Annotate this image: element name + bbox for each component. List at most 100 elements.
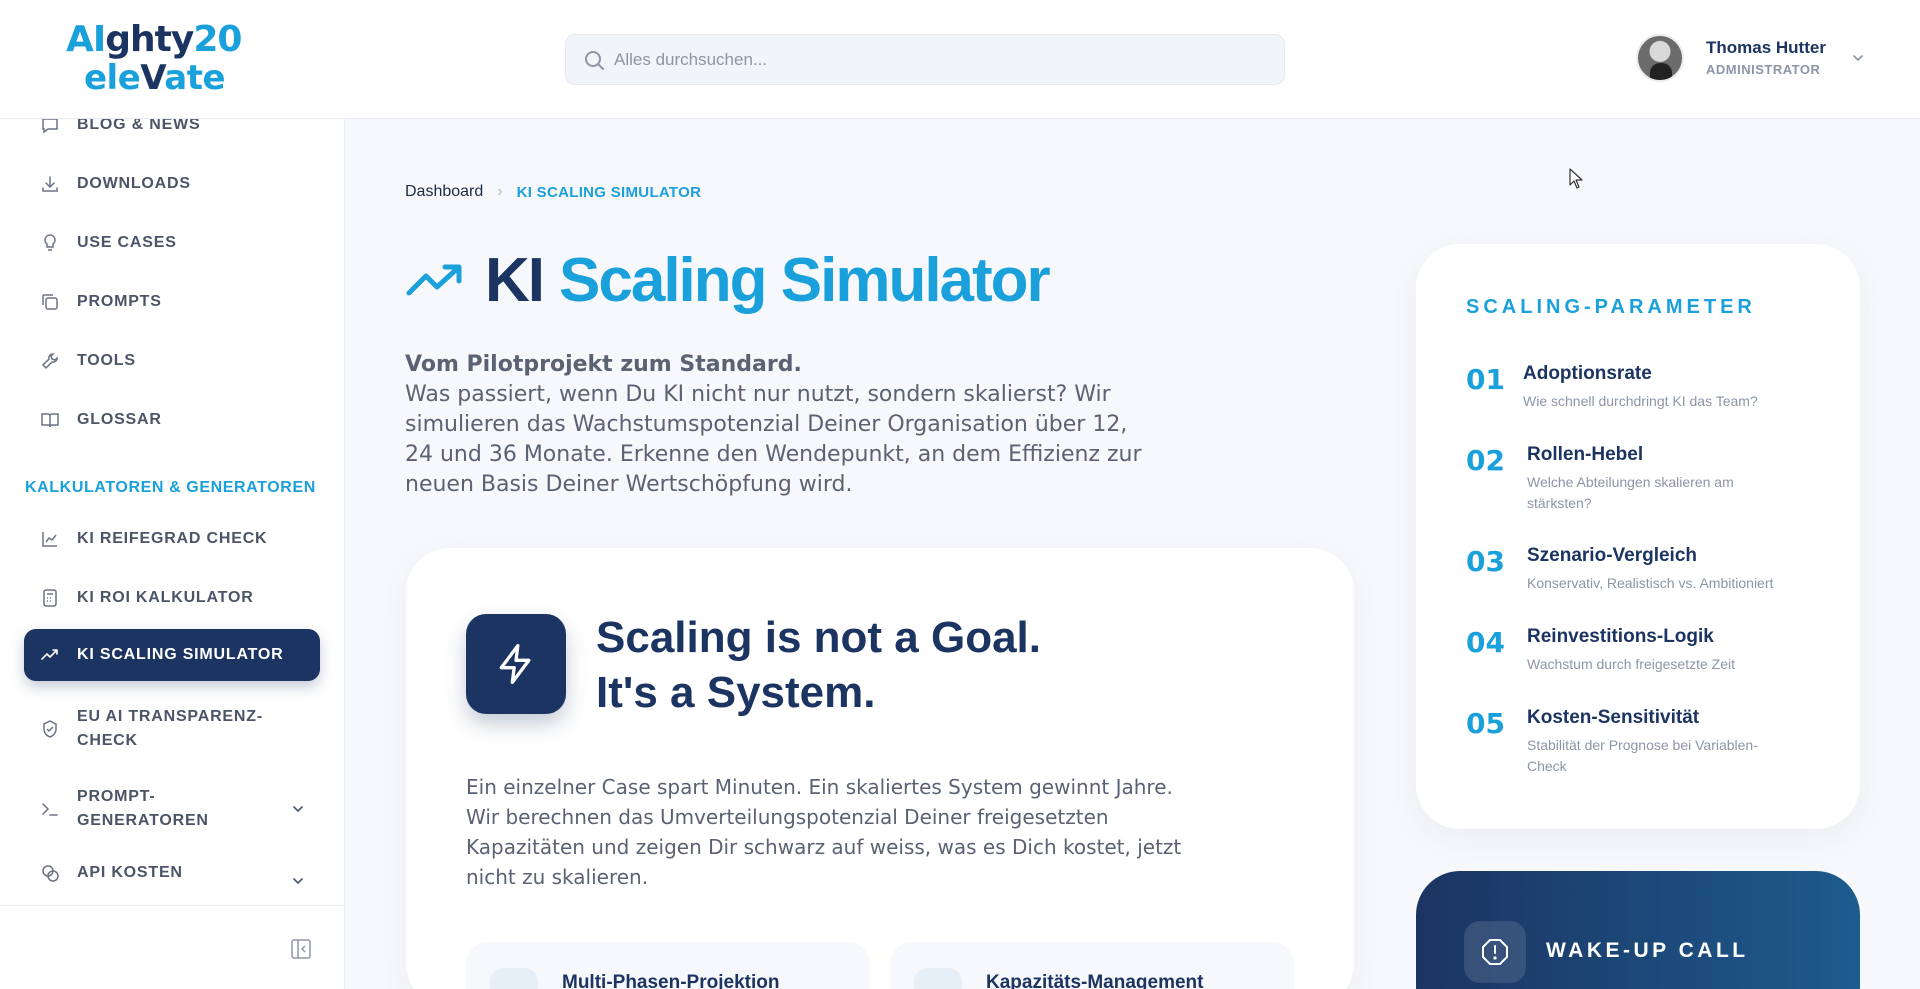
chevron-down-icon[interactable] [290,873,306,889]
param-number: 05 [1466,707,1505,740]
param-number: 02 [1466,444,1505,477]
logo[interactable]: AIghty20 eleVate [66,19,246,98]
sidebar-item-api-kosten[interactable]: API KOSTEN [24,847,320,899]
param-desc: Stabilität der Prognose bei Variablen-Ch… [1527,737,1758,774]
label-line: CHECK [77,732,138,749]
param-title: Reinvestitions-Logik [1527,626,1714,647]
sidebar-collapse-icon[interactable] [290,938,312,960]
sidebar-item-label: PROMPT- GENERATOREN [77,785,209,833]
feature-kapazitaet: Kapazitäts-Management [890,942,1294,989]
sidebar-item-label: GLOSSAR [77,411,162,428]
sidebar: BLOG & NEWS DOWNLOADS USE CASES PROMPTS … [0,119,345,989]
user-menu[interactable]: Thomas Hutter ADMINISTRATOR [1636,34,1906,86]
feature-label: Multi-Phasen-Projektion [562,972,780,989]
breadcrumb-home[interactable]: Dashboard [405,183,483,201]
sidebar-item-ki-scaling-simulator[interactable]: KI SCALING SIMULATOR [24,629,320,681]
shield-check-icon [43,720,57,738]
sidebar-item-tools[interactable]: TOOLS [24,335,320,387]
card-heading-line1: Scaling is not a Goal. [596,613,1041,662]
breadcrumb: Dashboard › KI SCALING SIMULATOR [405,183,701,201]
sidebar-item-label: EU AI TRANSPARENZ- CHECK [77,705,263,753]
logo-part: ate [164,58,226,98]
sidebar-item-eu-ai-transparenz[interactable]: EU AI TRANSPARENZ- CHECK [24,699,320,759]
param-number: 04 [1466,626,1505,659]
page-title: KI Scaling Simulator [405,245,1051,316]
search-bar [565,34,1285,85]
sidebar-item-label: PROMPTS [77,293,162,310]
sidebar-item-prompts[interactable]: PROMPTS [24,276,320,328]
trend-up-icon [41,649,58,660]
logo-part: 20 [193,19,242,60]
alert-icon [1482,939,1508,965]
intro-text: Was passiert, wenn Du KI nicht nur nutzt… [405,382,1142,497]
book-icon [41,413,59,428]
param-title: Adoptionsrate [1523,363,1652,384]
logo-part: ghty [105,19,194,60]
coins-icon [42,865,59,882]
param-desc: Wie schnell durchdringt KI das Team? [1523,393,1758,409]
param-title: Kosten-Sensitivität [1527,707,1700,728]
sidebar-item-use-cases[interactable]: USE CASES [24,217,320,269]
param-number: 01 [1466,363,1505,396]
users-icon [914,968,962,989]
param-title: Szenario-Vergleich [1527,545,1698,566]
section-title-calculators: KALKULATOREN & GENERATOREN [25,479,316,496]
wake-up-label: WAKE-UP CALL [1546,939,1749,962]
sidebar-item-ki-reifegrad[interactable]: KI REIFEGRAD CHECK [24,513,320,565]
label-line: PROMPT- [77,788,156,805]
wrench-icon [41,353,58,370]
param-desc: Wachstum durch freigesetzte Zeit [1527,656,1736,672]
chevron-down-icon[interactable] [290,801,306,817]
sidebar-item-label: TOOLS [77,352,136,369]
sidebar-item-label: API KOSTEN [77,864,183,881]
breadcrumb-current: KI SCALING SIMULATOR [516,183,702,201]
sidebar-item-ki-roi[interactable]: KI ROI KALKULATOR [24,572,320,624]
scaling-info-card: Scaling is not a Goal. It's a System. Ei… [406,548,1354,989]
search-icon [585,51,604,70]
sidebar-item-blog-news[interactable]: BLOG & NEWS [24,119,320,151]
chevron-down-icon[interactable] [1850,50,1866,66]
label-line: GENERATOREN [77,812,209,829]
param-number: 03 [1466,545,1505,578]
param-title: Rollen-Hebel [1527,444,1644,465]
line-chart-icon [42,532,57,547]
search-input[interactable] [614,35,1274,84]
mouse-cursor-icon [1569,168,1583,189]
wake-up-call-card[interactable]: WAKE-UP CALL [1416,871,1860,989]
sidebar-footer [0,905,344,989]
terminal-icon [42,803,58,816]
lightning-icon [499,644,531,684]
logo-part: ele [84,58,141,98]
user-role: ADMINISTRATOR [1706,62,1821,77]
param-desc: Welche Abteilungen skalieren am stärkste… [1527,474,1734,511]
card-text: Ein einzelner Case spart Minuten. Ein sk… [466,775,1182,889]
sidebar-item-label: KI REIFEGRAD CHECK [77,530,268,547]
label-line: EU AI TRANSPARENZ- [77,708,263,725]
sidebar-item-label: USE CASES [77,234,177,251]
avatar [1636,34,1684,82]
alert-badge [1464,921,1526,983]
intro-lead: Vom Pilotprojekt zum Standard. [405,352,802,377]
chart-icon [490,968,538,989]
copy-icon [42,294,58,310]
trend-up-icon [406,264,462,295]
download-icon [42,176,58,192]
calculator-icon [43,589,57,607]
chat-bubble-icon [42,119,58,134]
sidebar-item-downloads[interactable]: DOWNLOADS [24,158,320,210]
top-bar: AIghty20 eleVate Thomas Hutter ADMINISTR… [0,0,1920,119]
sidebar-item-label: KI ROI KALKULATOR [77,589,254,606]
logo-part: V [140,58,165,98]
params-title: SCALING-PARAMETER [1466,296,1756,318]
sidebar-item-label: KI SCALING SIMULATOR [77,646,284,663]
param-desc: Konservativ, Realistisch vs. Ambitionier… [1527,575,1774,591]
feature-label: Kapazitäts-Management [986,972,1204,989]
page-title-part1: KI [485,246,545,315]
feature-multi-phasen: Multi-Phasen-Projektion [466,942,870,989]
user-name: Thomas Hutter [1706,38,1826,57]
logo-part: AI [66,19,106,60]
lightbulb-icon [44,234,56,251]
page-title-part2: Scaling Simulator [559,246,1051,315]
sidebar-item-prompt-generatoren[interactable]: PROMPT- GENERATOREN [24,779,320,839]
sidebar-item-glossar[interactable]: GLOSSAR [24,394,320,446]
